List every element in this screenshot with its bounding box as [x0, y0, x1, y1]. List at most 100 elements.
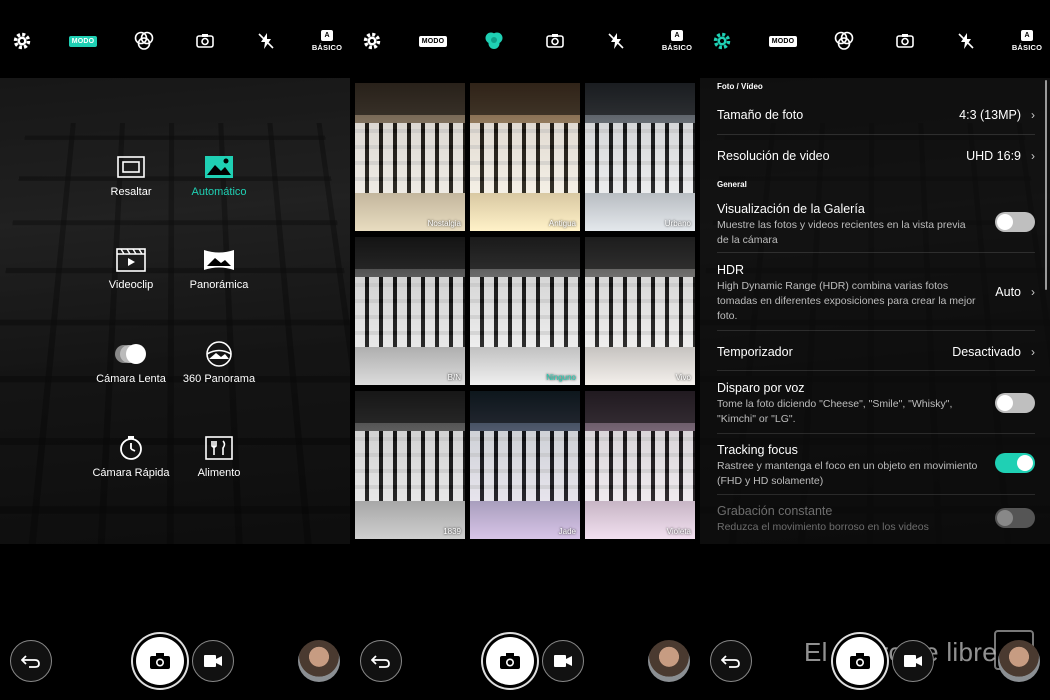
filter-thumbnail[interactable]: Ninguno [470, 237, 580, 385]
toggle-knob [997, 395, 1013, 411]
top-toolbar: MODO A BÁSICO [350, 0, 700, 78]
mode-label: Cámara Rápida [92, 467, 170, 479]
filter-label: B/N [447, 373, 461, 382]
flash-off-icon[interactable] [251, 26, 281, 56]
setting-voice-shutter[interactable]: Disparo por voz Tome la foto diciendo "C… [717, 381, 1035, 427]
basic-mode-icon[interactable]: A BÁSICO [1012, 26, 1042, 56]
gallery-thumbnail[interactable] [648, 640, 690, 682]
shutter-button[interactable] [836, 637, 884, 685]
setting-timer[interactable]: Temporizador Desactivado › [717, 345, 1035, 359]
filter-keys [355, 123, 465, 193]
highlight-icon [117, 152, 145, 182]
gear-icon[interactable] [7, 26, 37, 56]
gear-icon[interactable] [707, 26, 737, 56]
chevron-right-icon: › [1031, 149, 1035, 163]
mode-button[interactable]: MODO [768, 26, 798, 56]
filter-thumbnail[interactable]: 1839 [355, 391, 465, 539]
basic-label: BÁSICO [311, 43, 343, 52]
record-button[interactable] [542, 640, 584, 682]
back-icon [721, 655, 740, 668]
mode-food[interactable]: Alimento [164, 433, 274, 493]
back-button[interactable] [10, 640, 52, 682]
gallery-toggle[interactable] [995, 212, 1035, 232]
steady-toggle [995, 508, 1035, 528]
setting-hdr[interactable]: HDR High Dynamic Range (HDR) combina var… [717, 263, 1035, 324]
record-button[interactable] [192, 640, 234, 682]
setting-description: Tome la foto diciendo "Cheese", "Smile",… [717, 398, 953, 425]
filter-bezel [355, 237, 465, 269]
record-button[interactable] [892, 640, 934, 682]
shutter-button[interactable] [136, 637, 184, 685]
toggle-knob [1017, 455, 1033, 471]
settings-panel: MODO A BÁSICO Foto / Vídeo Tamaño de fot… [700, 0, 1050, 700]
setting-description: Reduzca el movimiento borroso en los vid… [717, 521, 929, 533]
gallery-thumbnail[interactable] [298, 640, 340, 682]
divider [717, 370, 1035, 371]
mode-label: Cámara Lenta [96, 373, 166, 385]
mode-button[interactable]: MODO [418, 26, 448, 56]
filter-label: Nostalgia [427, 219, 461, 228]
setting-title: Tracking focus [717, 443, 798, 457]
filter-bezel [585, 83, 695, 115]
filter-label: 1839 [443, 527, 461, 536]
shutter-button[interactable] [486, 637, 534, 685]
divider [717, 134, 1035, 135]
flash-off-icon[interactable] [951, 26, 981, 56]
filter-bezel [585, 237, 695, 269]
section-header-general: General [717, 180, 747, 189]
mode-auto[interactable]: Automático [164, 152, 274, 212]
back-button[interactable] [360, 640, 402, 682]
switch-camera-icon[interactable] [890, 26, 920, 56]
voice-toggle[interactable] [995, 393, 1035, 413]
filter-label: Vivo [675, 373, 691, 382]
settings-list: Foto / Vídeo Tamaño de foto 4:3 (13MP) ›… [700, 78, 1050, 544]
filter-label: Ninguno [546, 373, 576, 382]
basic-label: BÁSICO [661, 43, 693, 52]
filter-bezel [470, 237, 580, 269]
setting-photo-size[interactable]: Tamaño de foto 4:3 (13MP) › [717, 108, 1035, 122]
setting-value: UHD 16:9 [966, 149, 1021, 163]
filter-thumbnail[interactable]: B/N [355, 237, 465, 385]
back-button[interactable] [710, 640, 752, 682]
scrollbar[interactable] [1045, 80, 1047, 290]
tracking-toggle[interactable] [995, 453, 1035, 473]
filter-panel: MODO A BÁSICO Nostalgia Antigua Urbano B/N N… [350, 0, 700, 700]
filter-label: Violeta [666, 527, 691, 536]
mode-360[interactable]: 360 Panorama [164, 339, 274, 399]
filter-icon[interactable] [129, 26, 159, 56]
mode-label: Videoclip [108, 279, 154, 291]
filter-label: Antigua [548, 219, 576, 228]
filter-icon[interactable] [829, 26, 859, 56]
filter-thumbnail[interactable]: Antigua [470, 83, 580, 231]
switch-camera-icon[interactable] [190, 26, 220, 56]
gallery-thumbnail[interactable] [998, 640, 1040, 682]
setting-title: Visualización de la Galería [717, 202, 865, 216]
divider [717, 433, 1035, 434]
switch-camera-icon[interactable] [540, 26, 570, 56]
setting-description: High Dynamic Range (HDR) combina varias … [717, 280, 976, 322]
back-icon [371, 655, 390, 668]
setting-steady-recording: Grabación constante Reduzca el movimient… [717, 504, 1035, 535]
filter-bezel [585, 391, 695, 423]
filter-label: Urbano [664, 219, 691, 228]
mode-badge: MODO [68, 35, 98, 47]
setting-video-resolution[interactable]: Resolución de video UHD 16:9 › [717, 149, 1035, 163]
top-toolbar: MODO A BÁSICO [700, 0, 1050, 78]
setting-gallery-preview[interactable]: Visualización de la Galería Muestre las … [717, 202, 1035, 248]
basic-mode-icon[interactable]: A BÁSICO [662, 26, 692, 56]
setting-tracking-focus[interactable]: Tracking focus Rastree y mantenga el foc… [717, 443, 1035, 489]
filter-thumbnail[interactable]: Urbano [585, 83, 695, 231]
mode-panorama[interactable]: Panorámica [164, 245, 274, 305]
video-camera-icon [204, 655, 222, 667]
filter-bezel [470, 391, 580, 423]
video-camera-icon [554, 655, 572, 667]
gear-icon[interactable] [357, 26, 387, 56]
filter-icon[interactable] [479, 26, 509, 56]
filter-thumbnail[interactable]: Nostalgia [355, 83, 465, 231]
filter-thumbnail[interactable]: Violeta [585, 391, 695, 539]
flash-off-icon[interactable] [601, 26, 631, 56]
basic-mode-icon[interactable]: A BÁSICO [312, 26, 342, 56]
mode-button[interactable]: MODO [68, 26, 98, 56]
filter-thumbnail[interactable]: Jade [470, 391, 580, 539]
filter-thumbnail[interactable]: Vivo [585, 237, 695, 385]
